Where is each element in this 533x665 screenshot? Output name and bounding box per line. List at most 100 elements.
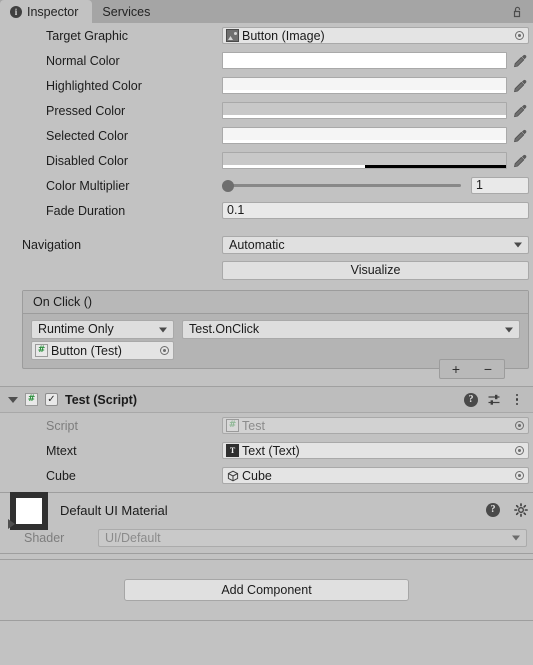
highlighted-color-label: Highlighted Color (46, 78, 142, 93)
eyedropper-icon[interactable] (510, 51, 529, 70)
object-picker-icon[interactable] (157, 343, 172, 358)
on-click-mode-dropdown[interactable]: Runtime Only (31, 320, 174, 339)
help-icon[interactable]: ? (463, 392, 479, 408)
cube-icon (226, 469, 239, 482)
normal-color-swatch[interactable] (222, 52, 507, 69)
help-icon[interactable]: ? (485, 502, 501, 518)
tab-services[interactable]: Services (92, 0, 164, 23)
shader-value: UI/Default (105, 531, 161, 545)
on-click-mode-value: Runtime Only (38, 322, 114, 336)
on-click-title: On Click () (33, 295, 93, 309)
chevron-down-icon (514, 242, 522, 247)
material-shader-row: Shader UI/Default (0, 519, 533, 549)
alpha-bar (223, 115, 506, 118)
row-disabled-color: Disabled Color (0, 148, 533, 173)
pressed-color-label: Pressed Color (46, 103, 126, 118)
selected-color-label: Selected Color (46, 128, 128, 143)
chevron-down-icon (159, 327, 167, 332)
mtext-field[interactable]: T Text (Text) (222, 442, 529, 459)
csharp-script-icon: # (35, 344, 48, 357)
script-label: Script (46, 418, 78, 433)
on-click-object-value: Button (Test) (51, 343, 122, 358)
target-graphic-field[interactable]: Button (Image) (222, 27, 529, 44)
test-script-header: # ✓ Test (Script) ? (0, 386, 533, 413)
target-graphic-value: Button (Image) (242, 28, 325, 43)
navigation-value: Automatic (229, 237, 285, 252)
gear-icon[interactable] (513, 502, 529, 518)
collapse-triangle-icon[interactable] (8, 396, 18, 403)
row-pressed-color: Pressed Color (0, 98, 533, 123)
alpha-bar (223, 140, 506, 143)
object-picker-icon[interactable] (512, 468, 527, 483)
shader-dropdown[interactable]: UI/Default (98, 529, 527, 547)
kebab-menu-icon[interactable] (509, 392, 525, 408)
csharp-script-icon: # (25, 393, 38, 406)
eyedropper-icon[interactable] (510, 126, 529, 145)
navigation-label: Navigation (22, 237, 82, 252)
divider (0, 620, 533, 621)
mtext-value: Text (Text) (242, 443, 300, 458)
color-multiplier-slider[interactable] (222, 179, 461, 192)
fade-duration-input[interactable]: 0.1 (222, 202, 529, 219)
pressed-color-swatch[interactable] (222, 102, 507, 119)
on-click-function-dropdown[interactable]: Test.OnClick (182, 320, 520, 339)
script-value: Test (242, 418, 265, 433)
text-icon: T (226, 444, 239, 457)
alpha-bar (223, 90, 506, 93)
chevron-down-icon (512, 535, 520, 541)
test-script-title: Test (Script) (65, 392, 137, 407)
object-picker-icon[interactable] (512, 28, 527, 43)
material-name: Default UI Material (60, 502, 168, 518)
eyedropper-icon[interactable] (510, 76, 529, 95)
row-fade-duration: Fade Duration 0.1 (0, 198, 533, 223)
row-color-multiplier: Color Multiplier 1 (0, 173, 533, 198)
target-graphic-label: Target Graphic (46, 28, 128, 43)
row-navigation: Navigation Automatic (0, 232, 533, 257)
add-component-button[interactable]: Add Component (124, 579, 409, 601)
row-selected-color: Selected Color (0, 123, 533, 148)
cube-field[interactable]: Cube (222, 467, 529, 484)
tab-inspector[interactable]: i Inspector (0, 0, 93, 23)
color-multiplier-value[interactable]: 1 (471, 177, 529, 194)
csharp-script-icon: # (226, 419, 239, 432)
cube-label: Cube (46, 468, 76, 483)
visualize-button[interactable]: Visualize (222, 260, 529, 280)
remove-event-button[interactable]: − (484, 361, 492, 377)
fade-duration-label: Fade Duration (46, 203, 126, 218)
row-highlighted-color: Highlighted Color (0, 73, 533, 98)
cube-value: Cube (242, 468, 272, 483)
material-preview-swatch[interactable] (10, 492, 48, 530)
material-block: Default UI Material ? Shader UI/Default (0, 492, 533, 553)
slider-handle[interactable] (222, 179, 234, 192)
expand-triangle-icon[interactable] (8, 519, 15, 529)
row-visualize: Visualize (0, 257, 533, 283)
eyedropper-icon[interactable] (510, 101, 529, 120)
padlock-open-icon[interactable] (510, 4, 524, 18)
row-normal-color: Normal Color (0, 48, 533, 73)
navigation-dropdown[interactable]: Automatic (222, 235, 529, 254)
disabled-color-label: Disabled Color (46, 153, 128, 168)
on-click-function-value: Test.OnClick (189, 322, 260, 336)
row-mtext: Mtext T Text (Text) (0, 438, 533, 463)
highlighted-color-swatch[interactable] (222, 77, 507, 94)
chevron-down-icon (505, 327, 513, 332)
row-target-graphic: Target Graphic Button (Image) (0, 23, 533, 48)
on-click-object-field[interactable]: # Button (Test) (31, 341, 174, 360)
tab-services-label: Services (102, 4, 151, 19)
normal-color-label: Normal Color (46, 53, 120, 68)
on-click-entry: Runtime Only Test.OnClick (31, 320, 520, 339)
info-icon: i (10, 5, 22, 18)
preset-icon[interactable] (486, 392, 502, 408)
object-picker-icon (512, 418, 527, 433)
test-script-body: Script # Test Mtext T Text (Text) Cube C… (0, 413, 533, 492)
object-picker-icon[interactable] (512, 443, 527, 458)
selected-color-swatch[interactable] (222, 127, 507, 144)
eyedropper-icon[interactable] (510, 151, 529, 170)
on-click-object-row: # Button (Test) (31, 341, 520, 360)
add-component-area: Add Component (0, 560, 533, 601)
row-script: Script # Test (0, 413, 533, 438)
add-event-button[interactable]: + (452, 361, 460, 377)
test-script-enabled-checkbox[interactable]: ✓ (45, 393, 58, 406)
inspector-tab-bar: i Inspector Services (0, 0, 533, 23)
disabled-color-swatch[interactable] (222, 152, 507, 169)
